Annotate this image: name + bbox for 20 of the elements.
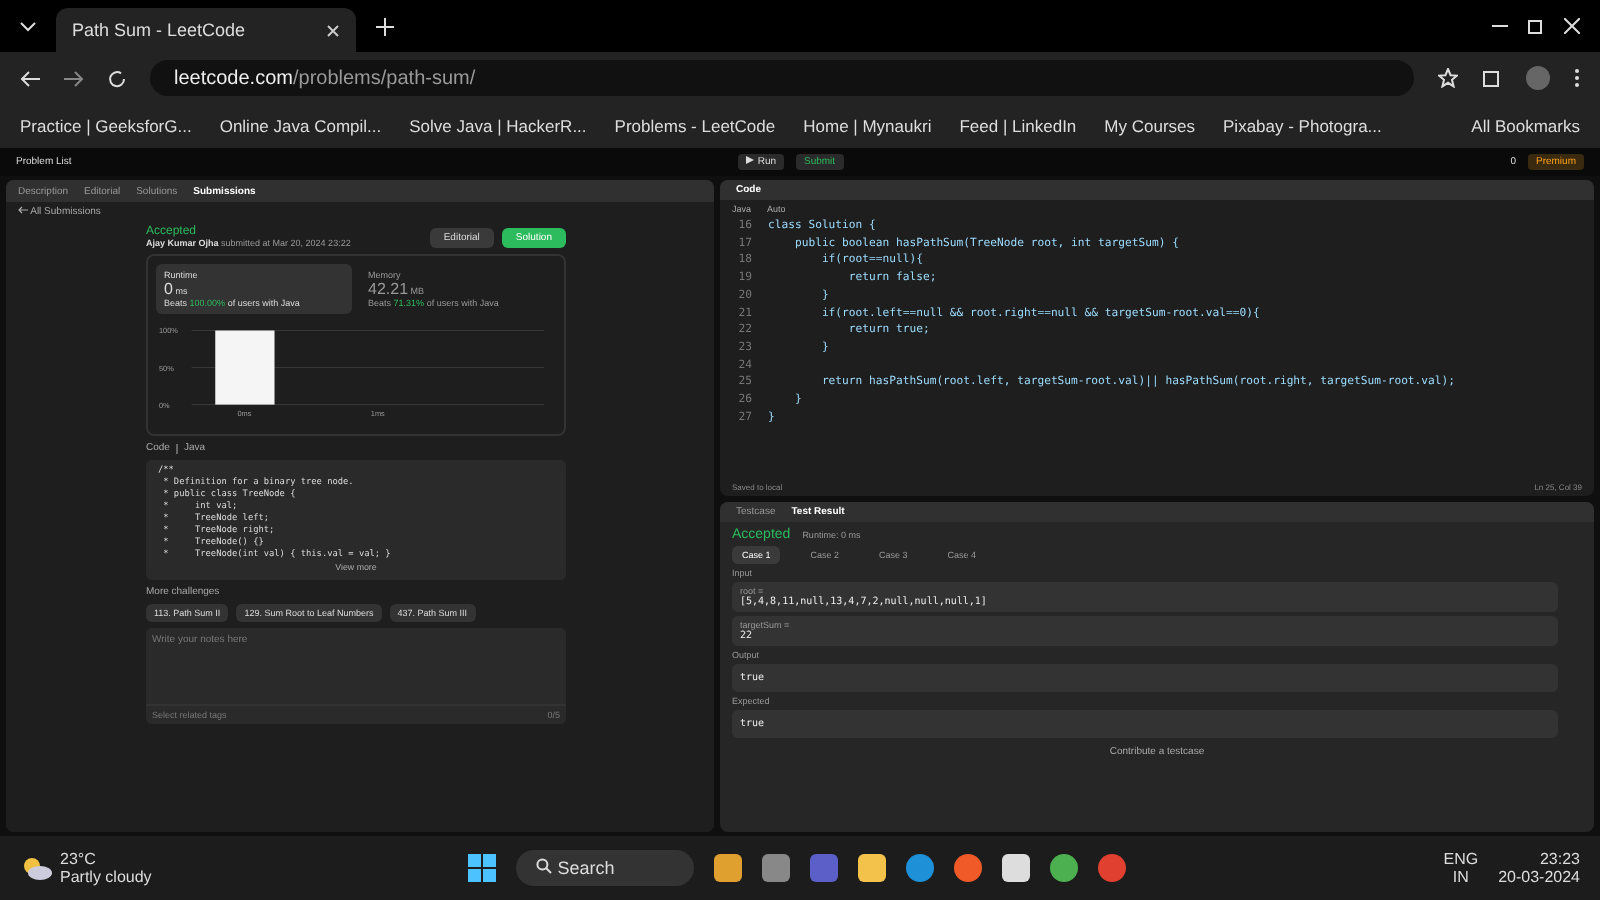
bookmark[interactable]: My Courses: [1104, 116, 1196, 136]
bookmark[interactable]: Practice | GeeksforG...: [20, 116, 192, 136]
all-bookmarks[interactable]: All Bookmarks: [1471, 116, 1580, 136]
stat-value: 0: [164, 280, 173, 298]
stat-value: 42.21: [368, 280, 409, 298]
search-field[interactable]: Search: [516, 850, 695, 886]
region-indicator: IN: [1450, 868, 1471, 886]
temperature: 23°C: [60, 850, 98, 868]
browser-tab[interactable]: Path Sum - LeetCode: [56, 8, 356, 52]
bookmark[interactable]: Solve Java | HackerR...: [409, 116, 587, 136]
bookmark[interactable]: Online Java Compil...: [219, 116, 382, 136]
bookmark[interactable]: Feed | LinkedIn: [959, 116, 1077, 136]
bookmark[interactable]: Pixabay - Photogra...: [1223, 116, 1382, 136]
bookmark[interactable]: Home | Mynaukri: [803, 116, 932, 136]
address-bar[interactable]: leetcode.com/problems/path-sum/: [150, 60, 1414, 96]
bookmark[interactable]: Problems - LeetCode: [614, 116, 776, 136]
weather-text: Partly cloudy: [60, 868, 152, 886]
language-indicator: ENG: [1443, 850, 1479, 868]
clock-date: 20-03-2024: [1498, 868, 1580, 886]
clock-time: 23:23: [1537, 850, 1580, 868]
